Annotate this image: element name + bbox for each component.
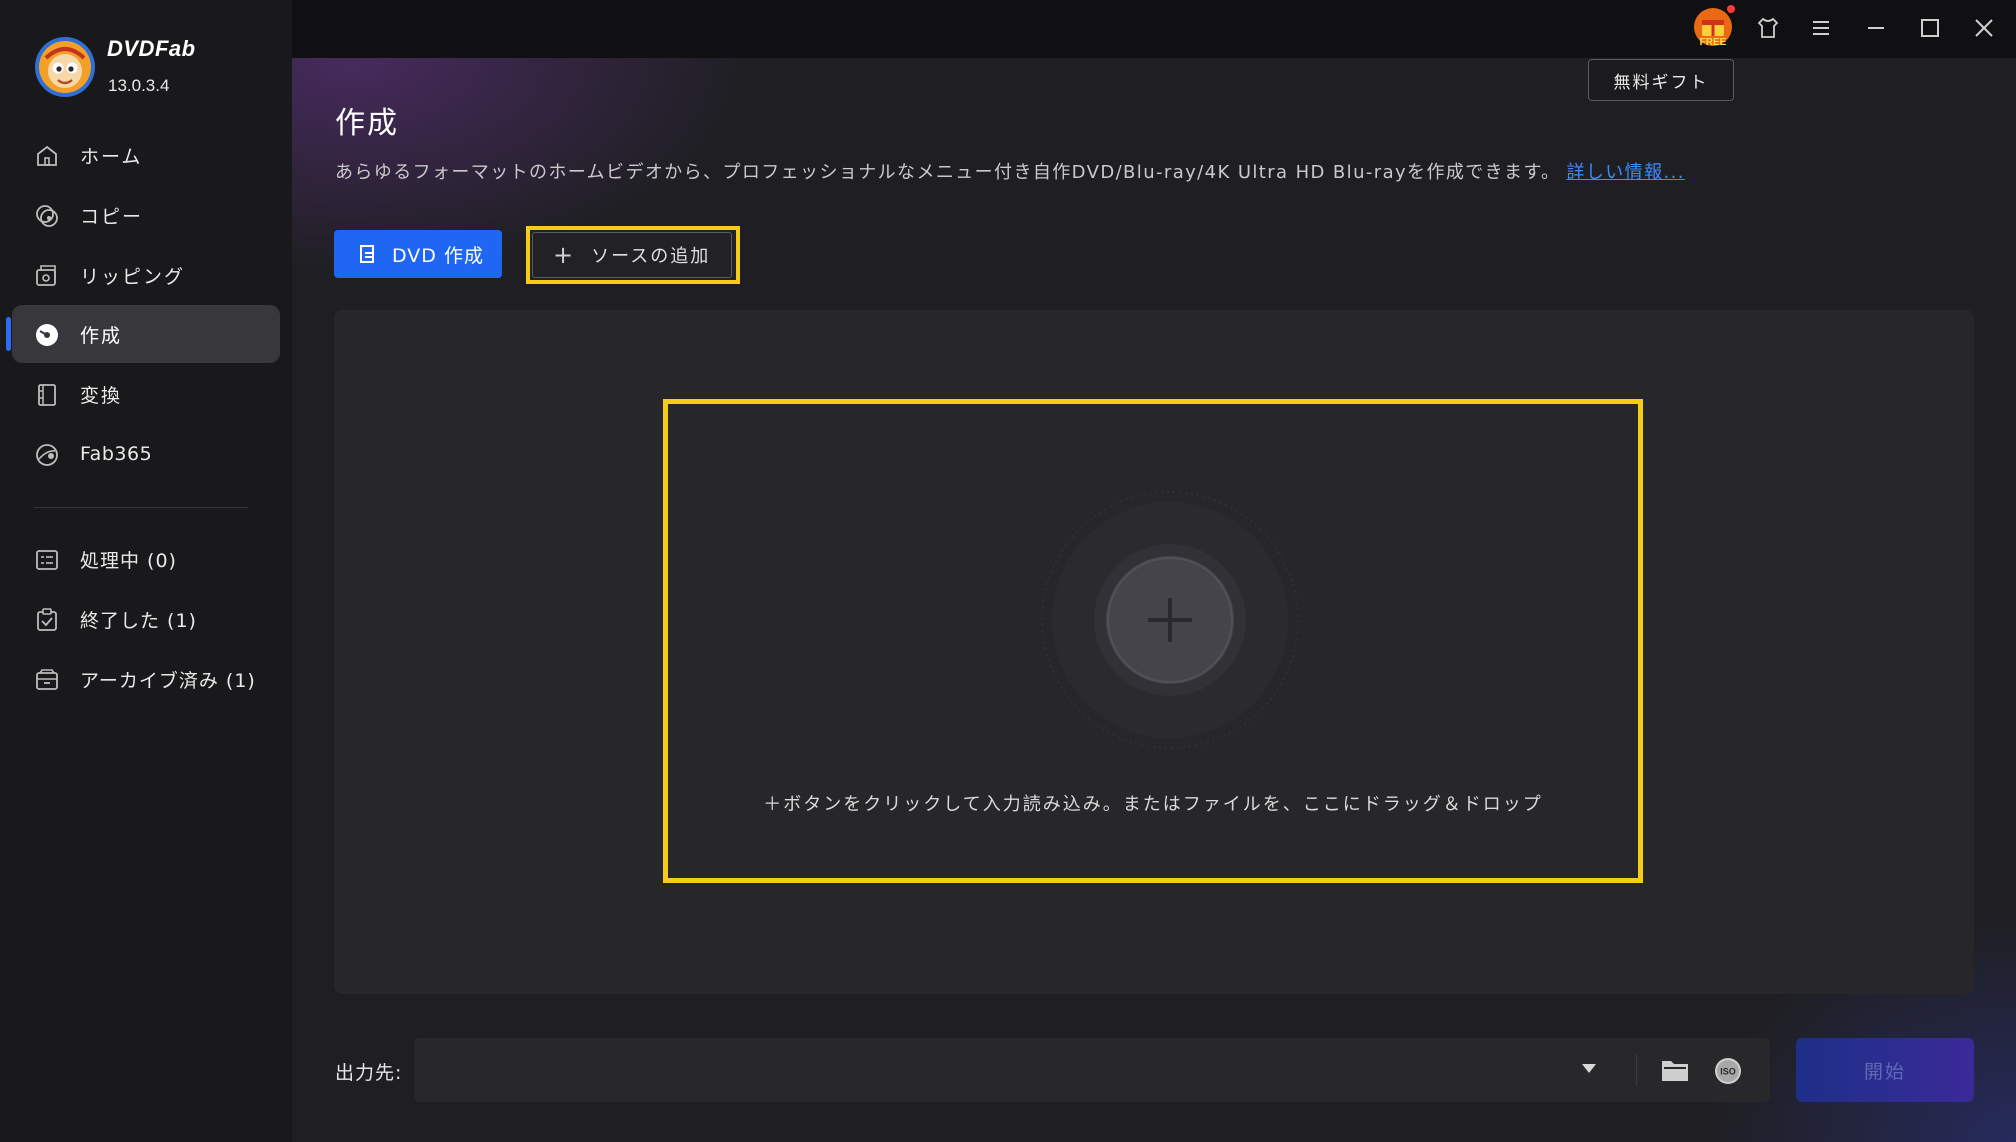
sidebar-item-label: コピー xyxy=(80,205,144,228)
dvd-output-icon xyxy=(360,245,374,263)
sidebar-item-creator[interactable]: 作成 xyxy=(6,305,280,363)
processing-list-icon xyxy=(36,550,58,570)
dvd-create-label: DVD 作成 xyxy=(392,244,484,267)
free-gift-button[interactable]: FREE xyxy=(1690,4,1736,50)
minimize-icon xyxy=(1868,27,1884,29)
start-button[interactable]: 開始 xyxy=(1796,1038,1974,1102)
sidebar-item-processing[interactable]: 処理中 (0) xyxy=(12,530,280,588)
sidebar-item-home[interactable]: ホーム xyxy=(12,126,280,184)
shirt-icon xyxy=(1757,17,1779,38)
sidebar-item-label: 処理中 (0) xyxy=(80,549,177,572)
iso-icon[interactable]: ISO xyxy=(1714,1057,1742,1085)
svg-text:ISO: ISO xyxy=(1720,1067,1736,1077)
home-icon xyxy=(37,145,57,166)
add-source-button[interactable]: + ソースの追加 xyxy=(526,226,740,284)
creator-disc-icon xyxy=(36,324,58,346)
sidebar-item-label: 作成 xyxy=(80,324,123,347)
skin-button[interactable] xyxy=(1753,13,1783,43)
more-info-link[interactable]: 詳しい情報... xyxy=(1566,162,1684,183)
close-icon xyxy=(1975,19,1993,37)
sidebar: DVDFab 13.0.3.4 ホーム コピー リッピング 作成 変換 Fab3… xyxy=(0,0,292,1142)
plus-icon: + xyxy=(553,241,574,269)
maximize-button[interactable] xyxy=(1915,13,1945,43)
add-source-inner: + ソースの追加 xyxy=(532,232,732,278)
sidebar-item-finished[interactable]: 終了した (1) xyxy=(12,590,280,648)
sidebar-item-copy[interactable]: コピー xyxy=(12,186,280,244)
output-path-field[interactable] xyxy=(414,1038,1770,1102)
description-text: あらゆるフォーマットのホームビデオから、プロフェッショナルなメニュー付き自作DV… xyxy=(335,162,1561,183)
output-separator xyxy=(1636,1054,1637,1086)
output-label: 出力先: xyxy=(335,1062,403,1084)
drop-hint-text: ＋ボタンをクリックして入力読み込み。またはファイルを、ここにドラッグ＆ドロップ xyxy=(763,794,1543,815)
menu-icon xyxy=(1813,21,1829,35)
fab365-icon xyxy=(36,444,58,466)
sidebar-item-label: リッピング xyxy=(80,265,186,288)
sidebar-item-label: Fab365 xyxy=(80,443,153,465)
finished-clipboard-icon xyxy=(37,608,57,631)
brand-name: DVDFab xyxy=(107,36,196,61)
sidebar-item-archived[interactable]: アーカイブ済み (1) xyxy=(12,650,280,708)
copy-disc-icon xyxy=(36,205,58,227)
output-dropdown-arrow-icon[interactable] xyxy=(1582,1064,1596,1073)
sidebar-item-label: アーカイブ済み (1) xyxy=(80,669,256,692)
sidebar-item-fab365[interactable]: Fab365 xyxy=(12,425,280,483)
sidebar-item-label: ホーム xyxy=(80,145,143,168)
close-button[interactable] xyxy=(1969,13,1999,43)
sidebar-divider xyxy=(34,507,248,508)
dvdfab-logo xyxy=(35,37,95,97)
film-icon xyxy=(38,384,56,406)
sidebar-item-label: 終了した (1) xyxy=(80,609,197,632)
page-description: あらゆるフォーマットのホームビデオから、プロフェッショナルなメニュー付き自作DV… xyxy=(335,158,1685,184)
svg-text:FREE: FREE xyxy=(1700,37,1727,48)
add-file-icon[interactable] xyxy=(1040,490,1300,750)
archive-box-icon xyxy=(36,669,58,690)
free-gift-icon: FREE xyxy=(1694,5,1735,48)
dvd-create-button[interactable]: DVD 作成 xyxy=(334,230,502,278)
ripping-icon xyxy=(36,265,56,286)
maximize-icon xyxy=(1921,19,1939,37)
page-title: 作成 xyxy=(335,106,399,141)
sidebar-item-label: 変換 xyxy=(80,384,123,407)
free-gift-popup-button[interactable]: 無料ギフト xyxy=(1588,59,1734,101)
menu-button[interactable] xyxy=(1806,13,1836,43)
app-version: 13.0.3.4 xyxy=(108,76,170,95)
minimize-button[interactable] xyxy=(1861,13,1891,43)
drop-zone[interactable]: ＋ボタンをクリックして入力読み込み。またはファイルを、ここにドラッグ＆ドロップ xyxy=(663,399,1643,883)
sidebar-item-ripping[interactable]: リッピング xyxy=(12,246,280,304)
sidebar-item-convert[interactable]: 変換 xyxy=(12,365,280,423)
folder-icon[interactable] xyxy=(1660,1056,1690,1084)
add-source-label: ソースの追加 xyxy=(591,246,711,267)
